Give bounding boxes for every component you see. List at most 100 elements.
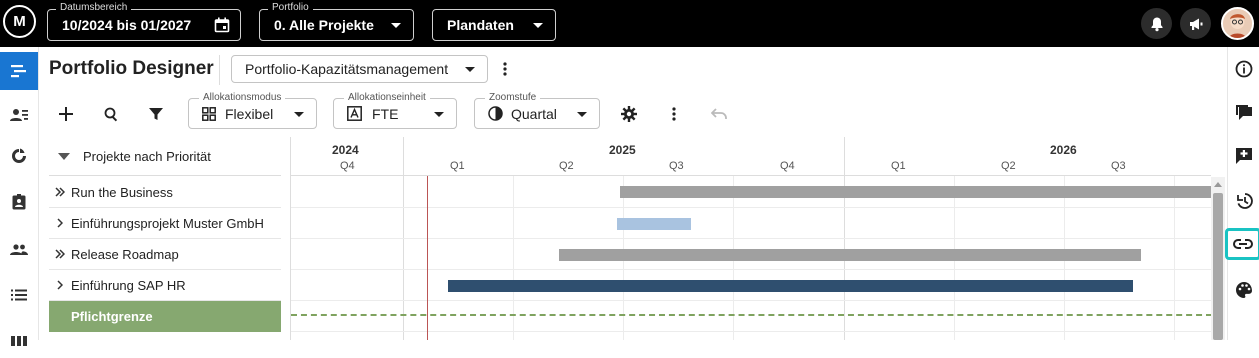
portfolio-select[interactable]: Portfolio 0. Alle Projekte xyxy=(259,2,414,41)
allocation-mode-select[interactable]: Allokationsmodus Flexibel xyxy=(188,92,317,129)
avatar[interactable] xyxy=(1221,7,1254,40)
chevron-down-icon xyxy=(577,111,587,117)
double-chevron-right-icon[interactable] xyxy=(49,249,71,259)
project-row[interactable]: Einführung SAP HR xyxy=(49,270,281,301)
allocation-unit-value: FTE xyxy=(372,105,399,122)
list-header-label: Projekte nach Priorität xyxy=(83,149,211,164)
project-row[interactable]: Einführungsprojekt Muster GmbH xyxy=(49,208,281,239)
more-vert-icon[interactable] xyxy=(662,102,686,126)
quarter-label: Q3 xyxy=(669,160,684,172)
project-label: Release Roadmap xyxy=(71,246,179,262)
info-icon[interactable] xyxy=(1230,55,1258,83)
project-label: Pflichtgrenze xyxy=(71,309,153,324)
plandaten-value: Plandaten xyxy=(447,17,514,33)
year-label: 2025 xyxy=(609,143,636,157)
caret-down-icon[interactable] xyxy=(49,153,79,160)
quarter-label: Q4 xyxy=(340,160,355,172)
gantt-chart[interactable]: 2024 2025 2026 Q4 Q1 Q2 Q3 Q4 Q1 Q2 Q3 Q xyxy=(290,137,1211,340)
timeline-header-border xyxy=(291,175,1211,176)
year-label: 2024 xyxy=(332,143,359,157)
quarter-label: Q1 xyxy=(891,160,906,172)
right-rail xyxy=(1225,47,1259,340)
row-divider xyxy=(291,207,1211,208)
app-logo[interactable]: M xyxy=(3,5,36,38)
row-divider xyxy=(291,300,1211,301)
more-vert-icon[interactable] xyxy=(493,57,517,81)
comment-icon[interactable] xyxy=(1230,142,1258,170)
pflichtgrenze-row[interactable]: Pflichtgrenze xyxy=(49,301,281,332)
project-row[interactable]: Release Roadmap xyxy=(49,239,281,270)
list-icon[interactable] xyxy=(0,276,38,314)
history-icon[interactable] xyxy=(1230,187,1258,215)
search-icon[interactable] xyxy=(99,102,123,126)
date-range-value: 10/2024 bis 01/2027 xyxy=(62,17,192,33)
chevron-down-icon xyxy=(465,67,475,72)
allocation-unit-select[interactable]: Allokationseinheit FTE xyxy=(333,92,457,129)
chevron-right-icon[interactable] xyxy=(49,218,71,228)
quarter-label: Q2 xyxy=(559,160,574,172)
chat-icon[interactable] xyxy=(1230,99,1258,127)
link-icon[interactable] xyxy=(1225,228,1259,260)
list-header[interactable]: Projekte nach Priorität xyxy=(49,138,281,176)
add-icon[interactable] xyxy=(54,102,78,126)
person-list-icon[interactable] xyxy=(0,96,38,134)
double-chevron-right-icon[interactable] xyxy=(49,187,71,197)
row-divider xyxy=(291,331,1211,332)
project-row[interactable]: Run the Business xyxy=(49,177,281,208)
group-icon[interactable] xyxy=(0,231,38,269)
contact-icon[interactable] xyxy=(0,183,38,221)
undo-icon[interactable] xyxy=(707,102,731,126)
row-divider xyxy=(291,269,1211,270)
bell-icon[interactable] xyxy=(1141,8,1172,39)
chevron-down-icon xyxy=(434,111,444,117)
page-title: Portfolio Designer xyxy=(49,58,214,79)
date-range-label: Datumsbereich xyxy=(56,2,132,14)
chevron-right-icon[interactable] xyxy=(49,280,71,290)
quarter-label: Q1 xyxy=(450,160,465,172)
grid-icon[interactable] xyxy=(0,320,38,358)
gantt-bar-release-roadmap[interactable] xyxy=(559,249,1141,261)
gantt-icon[interactable] xyxy=(0,52,38,90)
scrollbar-thumb[interactable] xyxy=(1213,193,1223,340)
project-label: Run the Business xyxy=(71,184,173,200)
plandaten-select[interactable]: Plandaten xyxy=(432,9,556,41)
allocation-mode-label: Allokationsmodus xyxy=(199,92,286,104)
left-navigation xyxy=(0,47,39,346)
header-divider xyxy=(219,55,220,85)
chevron-down-icon xyxy=(391,23,401,28)
year-label: 2026 xyxy=(1050,143,1077,157)
quarter-label: Q3 xyxy=(1111,160,1126,172)
grid-view-icon xyxy=(202,106,216,121)
quarter-label: Q4 xyxy=(780,160,795,172)
pie-icon[interactable] xyxy=(0,137,38,175)
contrast-icon xyxy=(488,106,503,121)
view-select[interactable]: Portfolio-Kapazitätsmanagement xyxy=(231,55,488,83)
chevron-down-icon xyxy=(294,111,304,117)
filter-icon[interactable] xyxy=(144,102,168,126)
portfolio-value: 0. Alle Projekte xyxy=(274,17,374,33)
pflichtgrenze-line xyxy=(291,314,1211,316)
gantt-bar-einfuehrung-sap-hr[interactable] xyxy=(448,280,1133,292)
gantt-bar-run-the-business[interactable] xyxy=(620,186,1211,198)
zoom-select[interactable]: Zoomstufe Quartal xyxy=(474,92,600,129)
zoom-label: Zoomstufe xyxy=(485,92,541,104)
settings-icon[interactable] xyxy=(617,102,641,126)
zoom-value: Quartal xyxy=(511,105,557,122)
allocation-mode-value: Flexibel xyxy=(225,105,274,122)
quarter-label: Q2 xyxy=(1001,160,1016,172)
megaphone-icon[interactable] xyxy=(1180,8,1211,39)
palette-icon[interactable] xyxy=(1230,276,1258,304)
calendar-icon[interactable] xyxy=(214,17,230,36)
allocation-unit-label: Allokationseinheit xyxy=(344,92,430,104)
portfolio-label: Portfolio xyxy=(268,2,313,14)
date-range-field[interactable]: Datumsbereich 10/2024 bis 01/2027 xyxy=(47,2,241,41)
font-a-icon xyxy=(347,106,362,121)
project-label: Einführungsprojekt Muster GmbH xyxy=(71,215,264,231)
scroll-up-arrow-icon[interactable] xyxy=(1214,182,1222,187)
project-label: Einführung SAP HR xyxy=(71,277,186,293)
gantt-bar-einfuehrungsprojekt-muster[interactable] xyxy=(617,218,691,230)
vertical-scrollbar[interactable] xyxy=(1211,177,1225,340)
row-divider xyxy=(291,238,1211,239)
view-select-value: Portfolio-Kapazitätsmanagement xyxy=(245,61,449,77)
top-bar: M Datumsbereich 10/2024 bis 01/2027 Port… xyxy=(0,0,1259,47)
